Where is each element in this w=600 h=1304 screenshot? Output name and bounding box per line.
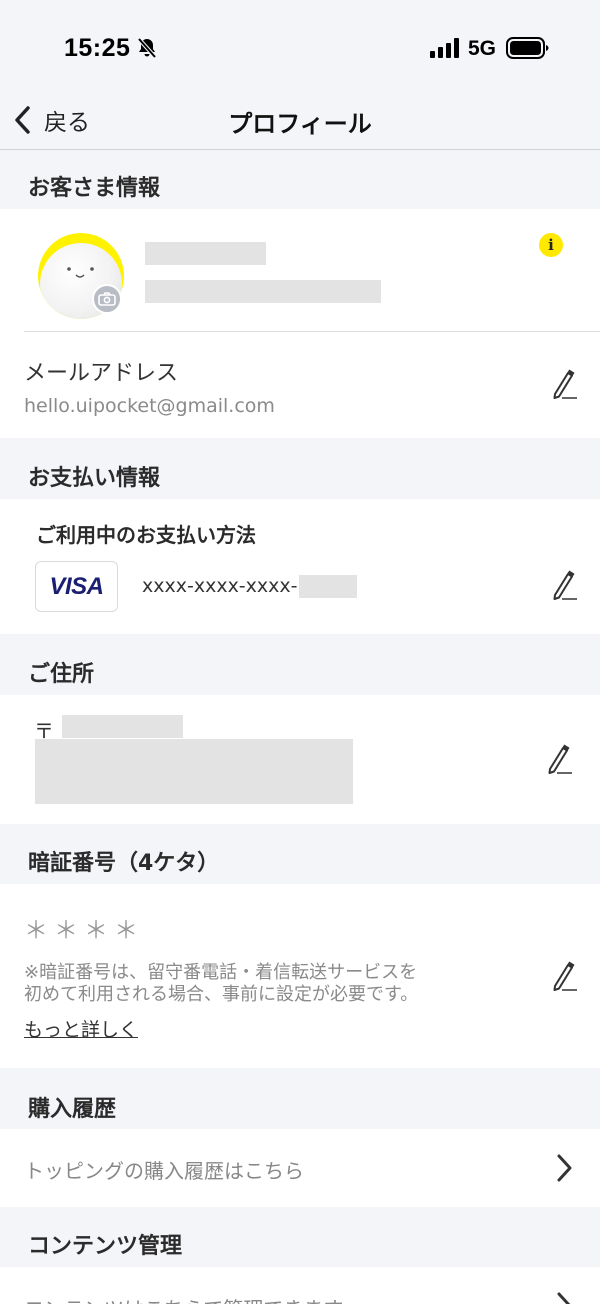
page-title: プロフィール [228, 110, 372, 138]
chevron-right-icon[interactable] [556, 1153, 574, 1183]
bell-slash-icon [137, 37, 157, 59]
section-header-address: ご住所 [28, 662, 95, 687]
email-value: hello.uipocket@gmail.com [24, 395, 275, 417]
edit-payment-icon[interactable] [550, 569, 578, 601]
info-icon[interactable]: i [539, 233, 563, 257]
camera-icon [98, 292, 116, 306]
section-header-purchase-history: 購入履歴 [28, 1097, 117, 1122]
purchase-history-link[interactable]: トッピングの購入履歴はこちら [24, 1155, 304, 1184]
more-details-link[interactable]: もっと詳しく [24, 1015, 138, 1042]
redacted-card-digits [299, 575, 357, 598]
section-header-payment: お支払い情報 [28, 466, 161, 491]
redacted-postal-code [62, 715, 183, 738]
pin-note-line2: 初めて利用される場合、事前に設定が必要です。 [24, 984, 419, 1005]
edit-email-icon[interactable] [550, 368, 578, 400]
divider [24, 331, 600, 332]
battery-icon [506, 37, 549, 59]
content-management-row[interactable]: コンテンツはこちらで管理できます [0, 1267, 600, 1304]
network-label: 5G [468, 37, 497, 60]
edit-pin-icon[interactable] [550, 960, 578, 992]
customer-card: i メールアドレス hello.uipocket@gmail.com [0, 209, 600, 438]
status-time: 15:25 [64, 34, 131, 62]
purchase-history-row[interactable]: トッピングの購入履歴はこちら [0, 1129, 600, 1207]
content-management-link[interactable]: コンテンツはこちらで管理できます [24, 1293, 343, 1304]
status-bar: 15:25 5G [0, 0, 600, 90]
address-card: 〒 [0, 695, 600, 824]
change-photo-button[interactable] [92, 284, 122, 314]
card-number: xxxx-xxxx-xxxx- [142, 575, 298, 597]
chevron-right-icon[interactable] [556, 1291, 574, 1304]
redacted-address [35, 739, 353, 804]
section-header-content-management: コンテンツ管理 [28, 1234, 183, 1259]
signal-icon [430, 38, 459, 58]
pin-masked-value: ＊＊＊＊ [24, 916, 144, 944]
nav-bar: 戻る プロフィール [0, 90, 600, 150]
pin-card: ＊＊＊＊ ※暗証番号は、留守番電話・着信転送サービスを 初めて利用される場合、事… [0, 884, 600, 1068]
card-brand: VISA [49, 572, 104, 600]
visa-card-logo: VISA [35, 561, 118, 612]
redacted-name [145, 242, 266, 265]
section-header-pin: 暗証番号（4ケタ） [28, 851, 220, 876]
redacted-phone [145, 280, 381, 303]
edit-address-icon[interactable] [545, 743, 573, 775]
payment-card: ご利用中のお支払い方法 VISA xxxx-xxxx-xxxx- [0, 499, 600, 634]
payment-method-label: ご利用中のお支払い方法 [36, 523, 256, 547]
section-header-customer: お客さま情報 [28, 176, 161, 201]
email-label: メールアドレス [24, 361, 179, 386]
